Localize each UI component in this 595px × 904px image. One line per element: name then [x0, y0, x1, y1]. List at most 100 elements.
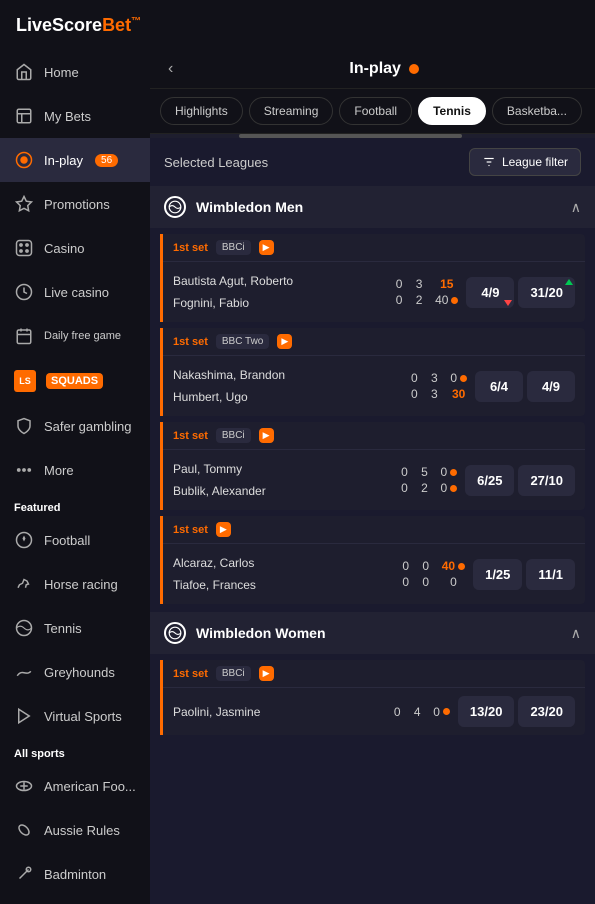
tab-highlights[interactable]: Highlights	[160, 97, 243, 125]
home-icon	[14, 62, 34, 82]
cur-p5: 0	[440, 465, 447, 479]
sidebar-my-bets-label: My Bets	[44, 109, 91, 124]
main-content: ‹ In-play Highlights Streaming Football …	[150, 50, 595, 904]
sidebar-item-football[interactable]: Football	[0, 518, 150, 562]
badminton-icon	[14, 864, 34, 884]
set-label-3: 1st set	[173, 430, 208, 442]
football-icon	[14, 530, 34, 550]
odds-7-val: 1/25	[485, 567, 510, 582]
sidebar-aussie-label: Aussie Rules	[44, 823, 120, 838]
odds-btn-1[interactable]: 4/9	[466, 277, 514, 308]
chevron-up-icon: ∧	[571, 199, 581, 216]
header: LiveScoreBet™	[0, 0, 595, 50]
odds-btn-10[interactable]: 23/20	[518, 696, 575, 727]
in-play-icon	[14, 150, 34, 170]
serve-dot-5	[458, 563, 465, 570]
sidebar-item-daily-free-game[interactable]: Daily free game	[0, 314, 150, 358]
sidebar-virtual-label: Virtual Sports	[44, 709, 122, 724]
sidebar-live-casino-label: Live casino	[44, 285, 109, 300]
greyhound-icon	[14, 662, 34, 682]
more-icon	[14, 460, 34, 480]
odds-pair-5: 13/20 23/20	[458, 696, 575, 727]
league-filter-button[interactable]: League filter	[469, 148, 581, 176]
all-sports-label: All sports	[0, 738, 150, 764]
odds-5-val: 6/25	[477, 473, 502, 488]
odds-btn-4[interactable]: 4/9	[527, 371, 575, 402]
s2-p6: 2	[421, 481, 428, 495]
sidebar-item-baseball[interactable]: Baseball	[0, 896, 150, 904]
sidebar: Home My Bets In-play 56 Promotions	[0, 50, 150, 904]
sidebar-tennis-label: Tennis	[44, 621, 82, 636]
chevron-up-icon-women: ∧	[571, 625, 581, 642]
tab-basketball[interactable]: Basketba...	[492, 97, 582, 125]
sidebar-item-badminton[interactable]: Badminton	[0, 852, 150, 896]
match-meta-5: 1st set BBCi ▶	[163, 660, 585, 688]
serve-dot-3	[450, 469, 457, 476]
league-header-wimbledon-men[interactable]: Wimbledon Men ∧	[150, 186, 595, 228]
s1-p5: 0	[401, 465, 408, 479]
player-4: Humbert, Ugo	[173, 386, 406, 408]
odds-btn-5[interactable]: 6/25	[465, 465, 514, 496]
sidebar-home-label: Home	[44, 65, 79, 80]
topbar-title: In-play	[187, 60, 581, 78]
cur-p6: 0	[440, 481, 447, 495]
match-body-3: Paul, Tommy Bublik, Alexander 0 0 5	[163, 450, 585, 510]
odds-btn-8[interactable]: 11/1	[526, 559, 575, 590]
arrow-down-icon	[504, 300, 512, 306]
sidebar-horse-label: Horse racing	[44, 577, 118, 592]
tab-football[interactable]: Football	[339, 97, 412, 125]
player-4-name: Humbert, Ugo	[173, 390, 248, 404]
sidebar-item-casino[interactable]: Casino	[0, 226, 150, 270]
sidebar-casino-label: Casino	[44, 241, 84, 256]
odds-pair-4: 1/25 11/1	[473, 559, 575, 590]
tab-tennis[interactable]: Tennis	[418, 97, 486, 125]
casino-icon	[14, 238, 34, 258]
league-header-wimbledon-women[interactable]: Wimbledon Women ∧	[150, 612, 595, 654]
players-5: Paolini, Jasmine	[173, 701, 389, 723]
odds-btn-3[interactable]: 6/4	[475, 371, 523, 402]
sidebar-item-aussie-rules[interactable]: Aussie Rules	[0, 808, 150, 852]
odds-pair: 4/9 31/20	[466, 277, 575, 308]
odds-10-val: 23/20	[530, 704, 563, 719]
bets-icon	[14, 106, 34, 126]
arrow-up-icon	[565, 279, 573, 285]
sidebar-item-promotions[interactable]: Promotions	[0, 182, 150, 226]
back-button[interactable]: ‹	[164, 60, 177, 78]
sidebar-item-home[interactable]: Home	[0, 50, 150, 94]
sidebar-item-horse-racing[interactable]: Horse racing	[0, 562, 150, 606]
sidebar-item-in-play[interactable]: In-play 56	[0, 138, 150, 182]
odds-1-val: 4/9	[481, 285, 499, 300]
odds-btn-2[interactable]: 31/20	[518, 277, 575, 308]
s2-p4: 3	[431, 387, 438, 401]
s1-p6: 0	[401, 481, 408, 495]
match-alcaraz-tiafoe: 1st set ▶ Alcaraz, Carlos Tiafoe, France…	[160, 516, 585, 604]
sidebar-item-more[interactable]: More	[0, 448, 150, 492]
set-label-2: 1st set	[173, 336, 208, 348]
sidebar-item-safer-gambling[interactable]: Safer gambling	[0, 404, 150, 448]
odds-btn-7[interactable]: 1/25	[473, 559, 522, 590]
s1-p2: 0	[396, 293, 403, 307]
s2-p2: 2	[416, 293, 423, 307]
set-label: 1st set	[173, 242, 208, 254]
s2-p3: 3	[431, 371, 438, 385]
stream-icon-3: ▶	[259, 428, 274, 443]
sidebar-item-tennis[interactable]: Tennis	[0, 606, 150, 650]
sidebar-item-squads[interactable]: LS SQUADS	[0, 358, 150, 404]
league-icon	[164, 196, 186, 218]
cur-p8: 0	[450, 575, 457, 589]
sidebar-item-american-foo[interactable]: American Foo...	[0, 764, 150, 808]
promotions-icon	[14, 194, 34, 214]
sidebar-item-live-casino[interactable]: Live casino	[0, 270, 150, 314]
sidebar-item-virtual-sports[interactable]: Virtual Sports	[0, 694, 150, 738]
odds-btn-6[interactable]: 27/10	[518, 465, 575, 496]
tab-streaming[interactable]: Streaming	[249, 97, 334, 125]
featured-label: Featured	[0, 492, 150, 518]
sidebar-item-my-bets[interactable]: My Bets	[0, 94, 150, 138]
aussie-icon	[14, 820, 34, 840]
sidebar-item-greyhounds[interactable]: Greyhounds	[0, 650, 150, 694]
match-body-4: Alcaraz, Carlos Tiafoe, Frances 0 0 0	[163, 544, 585, 604]
score-section-3: 0 0 5 2 0 0	[396, 465, 457, 495]
odds-btn-9[interactable]: 13/20	[458, 696, 515, 727]
player-2-name: Fognini, Fabio	[173, 296, 249, 310]
score-section-4: 0 0 0 0 40 0	[398, 559, 465, 589]
